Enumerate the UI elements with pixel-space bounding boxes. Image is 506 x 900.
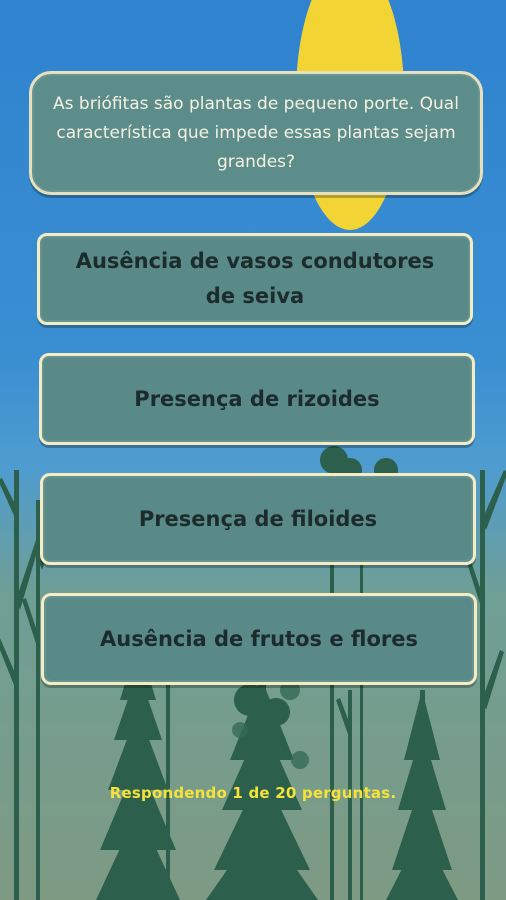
- progress-text: Respondendo 1 de 20 perguntas.: [109, 784, 397, 802]
- answer-option-4[interactable]: Ausência de frutos e flores: [41, 593, 477, 685]
- answer-label: Presença de rizoides: [134, 386, 380, 411]
- answer-label: Ausência de frutos e flores: [100, 626, 418, 651]
- answer-option-1[interactable]: Ausência de vasos condutores de seiva: [37, 233, 473, 325]
- game-background: As briófitas são plantas de pequeno port…: [0, 0, 506, 900]
- answer-option-2[interactable]: Presença de rizoides: [39, 353, 475, 445]
- answer-option-3[interactable]: Presença de filoides: [40, 473, 476, 565]
- question-text: As briófitas são plantas de pequeno port…: [53, 93, 459, 172]
- answer-label: Ausência de vasos condutores de seiva: [75, 249, 435, 308]
- answer-label: Presença de filoides: [138, 506, 378, 531]
- question-card: As briófitas são plantas de pequeno port…: [29, 71, 483, 195]
